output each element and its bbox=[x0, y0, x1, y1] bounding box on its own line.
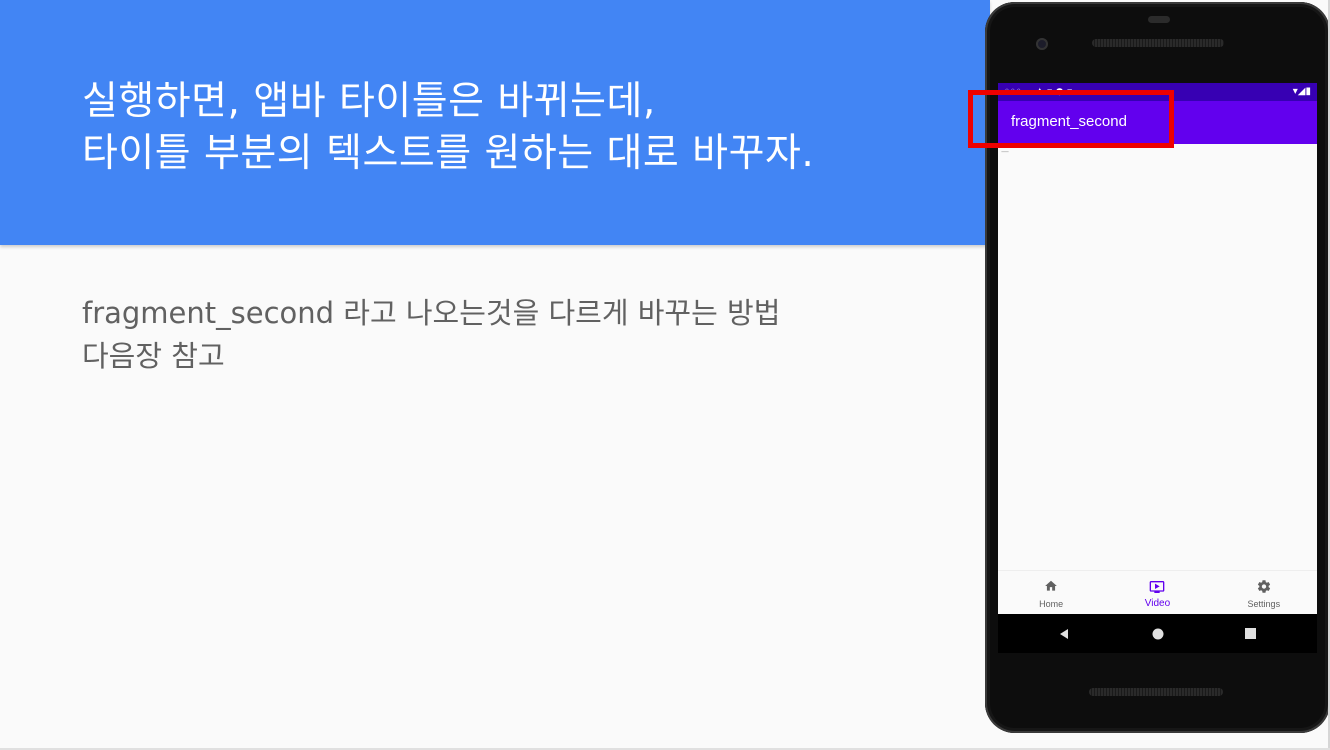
slide-title: 실행하면, 앱바 타이틀은 바뀌는데, 타이틀 부분의 텍스트를 원하는 대로 … bbox=[82, 76, 972, 180]
nav-label-video: Video bbox=[1144, 598, 1171, 609]
front-camera-icon bbox=[1036, 38, 1048, 50]
home-circle-icon[interactable] bbox=[1138, 614, 1178, 653]
slide-title-line-1: 실행하면, 앱바 타이틀은 바뀌는데, bbox=[82, 79, 656, 124]
content-placeholder-icon: — bbox=[1001, 147, 1009, 156]
signal-battery-icon: ▾◢▮ bbox=[1292, 86, 1311, 97]
system-navigation-bar bbox=[998, 614, 1317, 653]
slide-body-line-2: 다음장 참고 bbox=[82, 339, 225, 373]
nav-label-home: Home bbox=[1039, 599, 1064, 609]
earpiece bbox=[1148, 16, 1170, 23]
top-speaker bbox=[1092, 39, 1224, 47]
phone-screen: ◦◦◦ ✦▪●▪ ▾◢▮ fragment_second — Home Vide… bbox=[998, 83, 1317, 653]
nav-item-home[interactable]: Home bbox=[998, 571, 1104, 615]
back-icon[interactable] bbox=[1044, 614, 1084, 653]
highlight-box bbox=[968, 90, 1174, 148]
nav-item-video[interactable]: Video bbox=[1104, 571, 1210, 615]
slide-body-line-1: fragment_second 라고 나오는것을 다르게 바꾸는 방법 bbox=[82, 296, 781, 330]
bottom-speaker bbox=[1089, 688, 1223, 696]
home-icon bbox=[1044, 579, 1058, 598]
fragment-content: — bbox=[998, 144, 1317, 570]
recents-icon[interactable] bbox=[1230, 614, 1270, 653]
gear-icon bbox=[1256, 579, 1271, 599]
nav-item-settings[interactable]: Settings bbox=[1211, 571, 1317, 615]
video-icon bbox=[1149, 579, 1165, 600]
nav-label-settings: Settings bbox=[1247, 599, 1281, 609]
slide-body: fragment_second 라고 나오는것을 다르게 바꾸는 방법 다음장 … bbox=[82, 292, 942, 378]
slide-title-line-2: 타이틀 부분의 텍스트를 원하는 대로 바꾸자. bbox=[82, 131, 815, 176]
slide-header: 실행하면, 앱바 타이틀은 바뀌는데, 타이틀 부분의 텍스트를 원하는 대로 … bbox=[0, 0, 990, 245]
bottom-navigation: Home Video Settings bbox=[998, 570, 1317, 615]
